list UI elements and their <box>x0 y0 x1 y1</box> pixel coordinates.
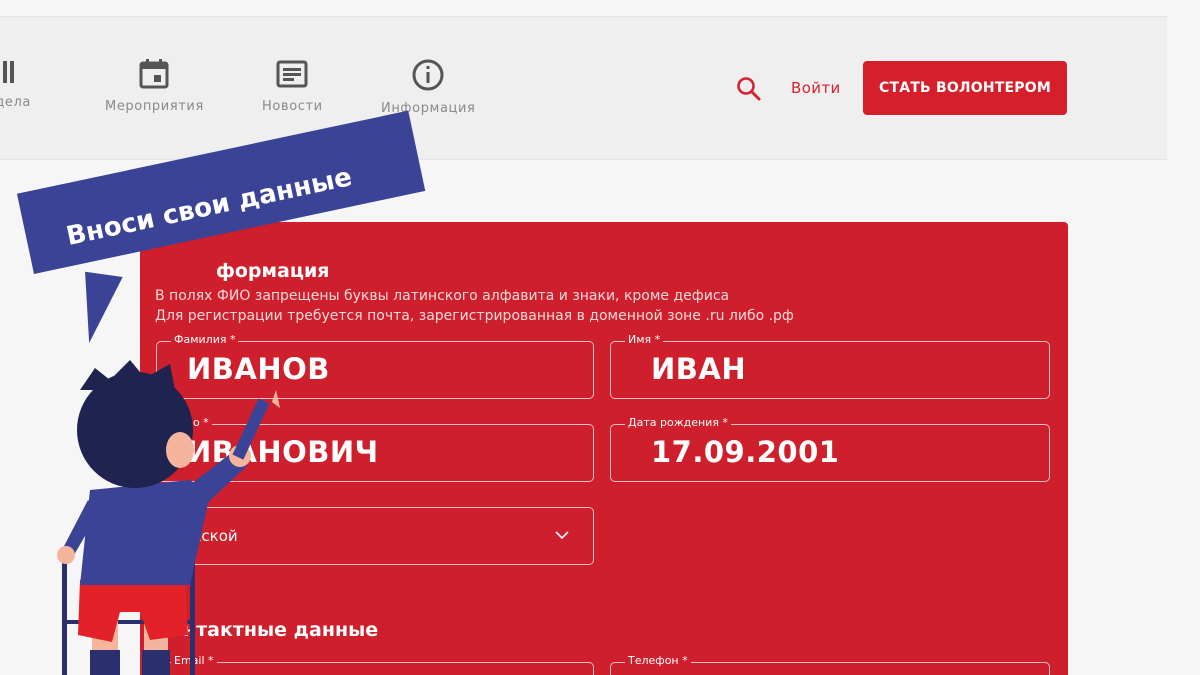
news-icon <box>276 60 308 88</box>
field-value: ИВАН <box>651 352 747 386</box>
become-volunteer-button[interactable]: СТАТЬ ВОЛОНТЕРОМ <box>863 61 1067 115</box>
nav-item-deeds[interactable]: е дела <box>0 57 31 110</box>
nav-label: е дела <box>0 95 31 110</box>
field-label: Фамилия * <box>171 333 239 346</box>
login-link[interactable]: Войти <box>791 79 841 97</box>
chevron-down-icon <box>555 531 569 540</box>
form-note: Для регистрации требуется почта, зарегис… <box>155 308 794 324</box>
nav-label: Мероприятия <box>105 99 204 114</box>
nav-item-info[interactable]: Информация <box>381 57 475 116</box>
info-icon <box>412 59 444 91</box>
nav-item-news[interactable]: Новости <box>262 57 323 114</box>
field-value: 17.09.2001 <box>651 435 840 469</box>
form-note: В полях ФИО запрещены буквы латинского а… <box>155 288 730 304</box>
name-field[interactable]: Имя * ИВАН <box>610 333 1050 399</box>
field-label: Дата рождения * <box>625 416 731 429</box>
phone-field[interactable]: Телефон * <box>610 654 1050 675</box>
nav-item-events[interactable]: Мероприятия <box>105 57 204 114</box>
speech-tail <box>75 271 123 347</box>
bars-icon <box>2 61 14 83</box>
kid-illustration <box>57 360 280 675</box>
birthdate-field[interactable]: Дата рождения * 17.09.2001 <box>610 416 1050 482</box>
nav-label: Новости <box>262 99 323 114</box>
calendar-icon <box>139 59 169 89</box>
search-icon[interactable] <box>736 76 762 102</box>
personal-info-title: формация <box>216 260 330 282</box>
field-label: Имя * <box>625 333 664 346</box>
field-label: Телефон * <box>625 654 691 667</box>
